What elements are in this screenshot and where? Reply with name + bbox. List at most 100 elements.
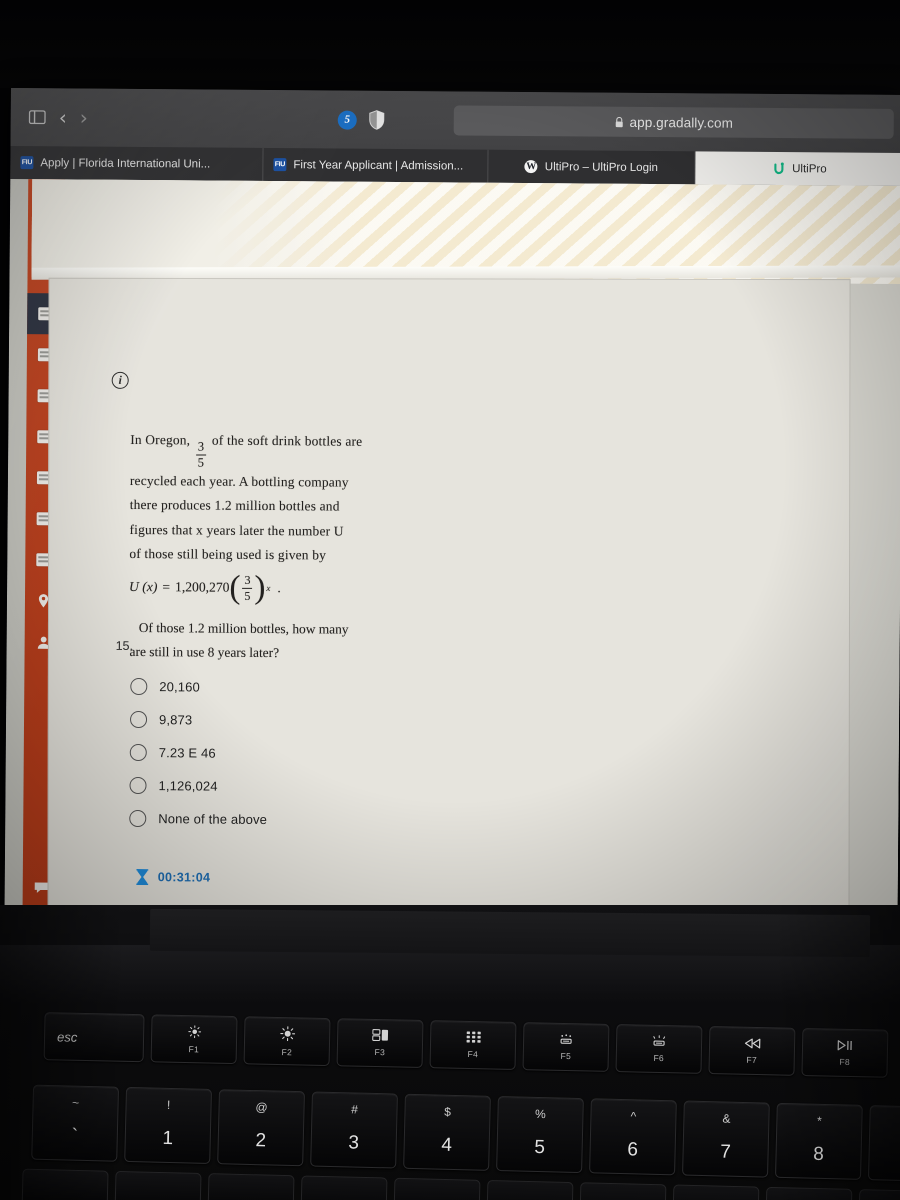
answer-option-5[interactable]: None of the above: [129, 802, 267, 836]
key-4[interactable]: $ 4: [403, 1093, 491, 1171]
key-f1[interactable]: F1: [150, 1014, 238, 1065]
radio-button[interactable]: [130, 677, 148, 696]
key-7[interactable]: & 7: [682, 1100, 770, 1178]
key-f5-label: F5: [560, 1050, 572, 1062]
key-row3-2[interactable]: [114, 1170, 202, 1200]
key-f1-label: F1: [188, 1043, 200, 1054]
key-row3-8[interactable]: [672, 1184, 760, 1200]
radio-button[interactable]: [129, 776, 147, 795]
radio-button[interactable]: [129, 743, 147, 762]
key-row3-4[interactable]: [300, 1175, 388, 1200]
laptop-screen: ‹ › 5 app.gradally.com FIU Apply | Flori…: [4, 88, 900, 925]
question-text: In Oregon, 3 5 of the soft drink bottles…: [129, 428, 460, 569]
sidebar-toggle-icon[interactable]: [28, 110, 46, 125]
question-line-1b: of the soft drink bottles are: [211, 432, 363, 449]
ultipro-favicon: [772, 162, 785, 175]
hourglass-icon: [136, 869, 149, 886]
key-shift-label: &: [722, 1111, 731, 1126]
key-main-label: 8: [813, 1143, 825, 1165]
question-line-1: In Oregon, 3 5 of the soft drink bottles…: [130, 428, 460, 471]
fraction-three-fifths: 3 5: [195, 439, 207, 470]
browser-tab-ultipro[interactable]: UltiPro: [695, 151, 900, 187]
key-main-label: 7: [720, 1141, 732, 1163]
answer-option-label: 20,160: [159, 679, 201, 695]
brightness-down-icon: [187, 1024, 201, 1040]
key-1[interactable]: ! 1: [124, 1086, 213, 1165]
key-main-label: 5: [534, 1136, 546, 1159]
answer-option-2[interactable]: 9,873: [129, 703, 268, 737]
key-row3-7[interactable]: [579, 1182, 667, 1200]
fraction-numerator: 3: [197, 439, 205, 454]
formula-paren-open: (: [229, 569, 241, 606]
answer-option-label: 1,126,024: [158, 778, 218, 794]
browser-forward-button[interactable]: ›: [80, 106, 88, 130]
key-row3-9[interactable]: [765, 1186, 853, 1200]
key-f7-label: F7: [746, 1054, 758, 1065]
key-f8[interactable]: F8: [801, 1027, 889, 1078]
key-row3-5[interactable]: [393, 1177, 481, 1200]
key-f4[interactable]: F4: [429, 1020, 517, 1070]
key-shift-label: $: [444, 1104, 452, 1119]
key-f8-label: F8: [839, 1056, 851, 1067]
question-line-3: there produces 1.2 million bottles and: [129, 497, 340, 514]
answer-option-label: 9,873: [158, 712, 193, 728]
key-main-label: 4: [441, 1134, 453, 1156]
browser-tab-first-year-applicant[interactable]: FIU First Year Applicant | Admission...: [263, 147, 489, 183]
key-row3-1[interactable]: [21, 1168, 109, 1200]
formula-fraction-denominator: 5: [244, 589, 251, 604]
formula-equals: =: [162, 579, 171, 595]
key-f3[interactable]: F3: [336, 1018, 424, 1069]
launchpad-icon: [466, 1031, 481, 1045]
key-row3-6[interactable]: [486, 1180, 574, 1200]
key-3[interactable]: # 3: [310, 1091, 398, 1169]
exam-timer: 00:31:04: [136, 869, 211, 886]
answer-option-3[interactable]: 7.23 E 46: [129, 736, 268, 770]
radio-button[interactable]: [129, 809, 147, 828]
key-esc[interactable]: esc: [43, 1012, 145, 1063]
key-8[interactable]: * 8: [775, 1102, 863, 1180]
browser-tab-apply-fiu[interactable]: FIU Apply | Florida International Uni...: [10, 145, 264, 181]
key-5[interactable]: % 5: [496, 1096, 584, 1174]
formula-fraction: 3 5: [242, 573, 253, 604]
question-tail-line-2: are still in use 8 years later?: [129, 643, 280, 660]
answer-option-1[interactable]: 20,160: [130, 670, 268, 704]
browser-back-button[interactable]: ‹: [59, 105, 67, 129]
key-row3-10[interactable]: [858, 1189, 900, 1200]
key-f2-label: F2: [281, 1046, 293, 1057]
wordpress-favicon: W: [524, 160, 538, 174]
key-main-label: `: [71, 1125, 79, 1147]
tab-label: First Year Applicant | Admission...: [293, 158, 464, 173]
photo-background: ‹ › 5 app.gradally.com FIU Apply | Flori…: [0, 0, 900, 1200]
formula-period: .: [277, 580, 281, 596]
key-9[interactable]: ( 9: [867, 1105, 900, 1183]
question-tail-line-1: Of those 1.2 million bottles, how many: [138, 620, 349, 637]
key-f7[interactable]: F7: [708, 1026, 796, 1076]
key-2[interactable]: @ 2: [217, 1089, 305, 1167]
key-main-label: 3: [348, 1132, 360, 1154]
key-main-label: 1: [162, 1127, 174, 1150]
key-main-label: 2: [255, 1130, 267, 1152]
radio-button[interactable]: [129, 710, 148, 729]
key-6[interactable]: ^ 6: [589, 1098, 677, 1176]
key-f2[interactable]: F2: [243, 1016, 331, 1067]
key-shift-label: ^: [630, 1109, 637, 1124]
key-backtick[interactable]: ~ `: [31, 1084, 120, 1162]
top-dark-area: [0, 0, 900, 90]
shield-icon[interactable]: [369, 110, 385, 130]
url-text: app.gradally.com: [629, 114, 734, 131]
formula-paren-close: ): [254, 569, 266, 607]
browser-tab-ultipro-login[interactable]: W UltiPro – UltiPro Login: [488, 149, 696, 185]
key-f5[interactable]: F5: [522, 1022, 610, 1072]
key-row3-3[interactable]: [207, 1173, 295, 1200]
keyboard-backlight-up-icon: [651, 1035, 667, 1049]
info-icon[interactable]: i: [111, 371, 129, 389]
answer-option-4[interactable]: 1,126,024: [129, 769, 267, 803]
address-bar[interactable]: app.gradally.com: [453, 105, 894, 139]
fiu-favicon: FIU: [273, 158, 287, 172]
extension-badge[interactable]: 5: [337, 110, 357, 130]
key-f6[interactable]: F6: [615, 1024, 703, 1074]
mission-control-icon: [371, 1029, 389, 1043]
tab-label: Apply | Florida International Uni...: [40, 156, 211, 171]
key-shift-label: @: [255, 1100, 268, 1115]
lock-icon: [615, 116, 624, 127]
